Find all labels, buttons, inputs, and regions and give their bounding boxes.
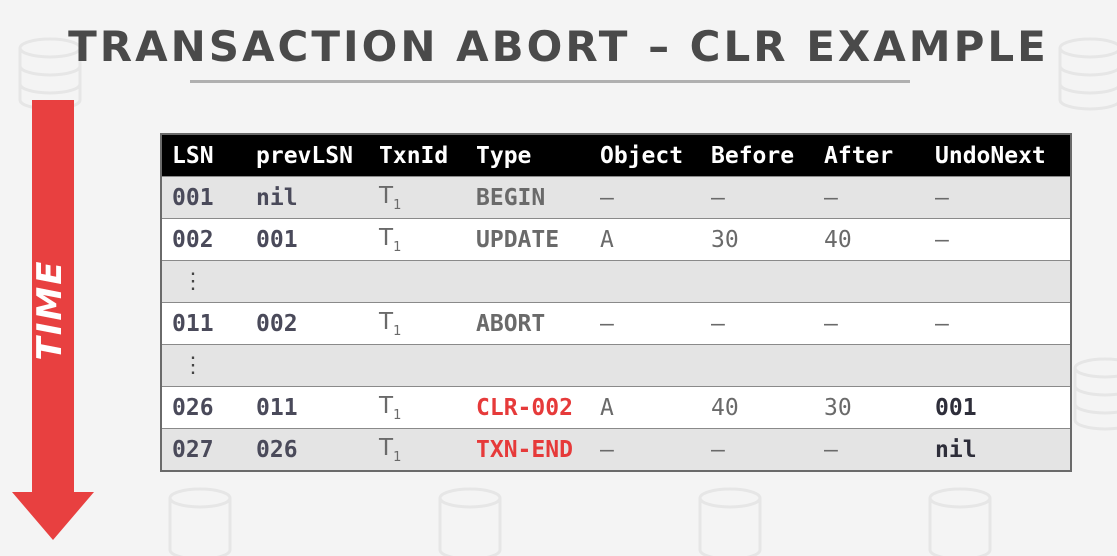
txnid-subscript: 1: [393, 323, 402, 339]
column-header-lsn: LSN: [161, 134, 246, 177]
cell-type: UPDATE: [466, 218, 590, 261]
cell-object: –: [590, 176, 701, 219]
txnid-text: T: [379, 434, 394, 461]
cell-txnid: T1: [369, 428, 466, 472]
table-header-row: LSN prevLSN TxnId Type Object Before Aft…: [161, 134, 1071, 177]
cell-txnid: T1: [369, 302, 466, 345]
cell-before: –: [701, 302, 814, 345]
ellipsis-row: ⋮: [161, 260, 1071, 303]
cell-after: –: [814, 428, 925, 472]
txnid-subscript: 1: [393, 449, 402, 465]
cell-after: –: [814, 302, 925, 345]
txnid-text: T: [379, 182, 394, 209]
table-row: 026 011 T1 CLR-002 A 40 30 001: [161, 386, 1071, 429]
cell-after: 40: [814, 218, 925, 261]
slide-title: TRANSACTION ABORT – CLR EXAMPLE: [68, 22, 1049, 71]
cell-txnid: T1: [369, 386, 466, 429]
cell-lsn: 001: [161, 176, 246, 219]
cell-prevlsn: 011: [246, 386, 369, 429]
cell-undonext: –: [925, 218, 1071, 261]
cell-after: 30: [814, 386, 925, 429]
column-header-after: After: [814, 134, 925, 177]
cell-object: –: [590, 428, 701, 472]
cell-undonext: –: [925, 176, 1071, 219]
ellipsis-row: ⋮: [161, 344, 1071, 387]
cell-before: –: [701, 176, 814, 219]
table-row: 001 nil T1 BEGIN – – – –: [161, 176, 1071, 219]
cell-object: –: [590, 302, 701, 345]
txnid-text: T: [379, 308, 394, 335]
cell-prevlsn: 026: [246, 428, 369, 472]
cell-undonext: 001: [925, 386, 1071, 429]
table-row: 011 002 T1 ABORT – – – –: [161, 302, 1071, 345]
column-header-txnid: TxnId: [369, 134, 466, 177]
cell-before: –: [701, 428, 814, 472]
column-header-type: Type: [466, 134, 590, 177]
log-table: LSN prevLSN TxnId Type Object Before Aft…: [160, 133, 1072, 472]
column-header-before: Before: [701, 134, 814, 177]
table-row: 027 026 T1 TXN-END – – – nil: [161, 428, 1071, 472]
cell-prevlsn: 002: [246, 302, 369, 345]
cell-type: TXN-END: [466, 428, 590, 472]
cell-type: BEGIN: [466, 176, 590, 219]
cell-txnid: T1: [369, 218, 466, 261]
time-label: TIME: [30, 259, 70, 361]
cell-object: A: [590, 218, 701, 261]
cell-lsn: 002: [161, 218, 246, 261]
cell-lsn: 026: [161, 386, 246, 429]
cell-object: A: [590, 386, 701, 429]
title-underline: [190, 80, 910, 83]
cell-prevlsn: 001: [246, 218, 369, 261]
cell-lsn: 027: [161, 428, 246, 472]
vertical-ellipsis: ⋮: [161, 344, 1071, 387]
cell-prevlsn: nil: [246, 176, 369, 219]
cell-after: –: [814, 176, 925, 219]
cell-lsn: 011: [161, 302, 246, 345]
table-row: 002 001 T1 UPDATE A 30 40 –: [161, 218, 1071, 261]
txnid-subscript: 1: [393, 407, 402, 423]
txnid-text: T: [379, 224, 394, 251]
cell-before: 40: [701, 386, 814, 429]
cell-undonext: nil: [925, 428, 1071, 472]
cell-type: CLR-002: [466, 386, 590, 429]
txnid-text: T: [379, 392, 394, 419]
cell-txnid: T1: [369, 176, 466, 219]
txnid-subscript: 1: [393, 239, 402, 255]
column-header-undonext: UndoNext: [925, 134, 1071, 177]
vertical-ellipsis: ⋮: [161, 260, 1071, 303]
txnid-subscript: 1: [393, 197, 402, 213]
column-header-object: Object: [590, 134, 701, 177]
cell-before: 30: [701, 218, 814, 261]
cell-undonext: –: [925, 302, 1071, 345]
column-header-prevlsn: prevLSN: [246, 134, 369, 177]
cell-type: ABORT: [466, 302, 590, 345]
